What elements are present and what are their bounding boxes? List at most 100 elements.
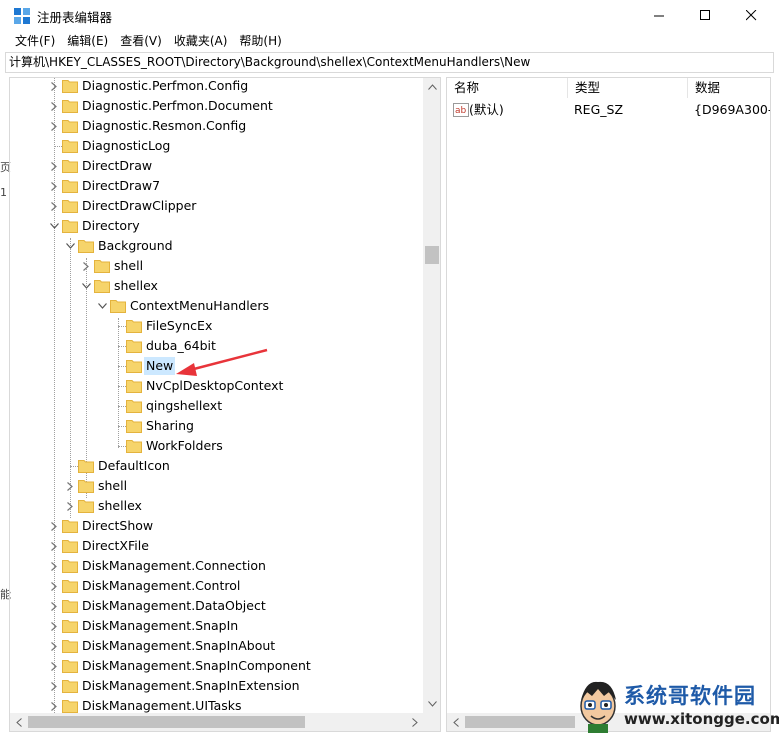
string-value-icon: ab <box>453 103 469 117</box>
values-list[interactable]: 名称 类型 数据 ab (默认) REG_SZ {D969A300-E <box>446 77 771 732</box>
chevron-down-icon[interactable] <box>96 300 108 312</box>
tree-node[interactable]: DefaultIcon <box>10 456 425 476</box>
tree-node-label: DefaultIcon <box>98 458 170 473</box>
tree-node[interactable]: WorkFolders <box>10 436 425 456</box>
menu-favorites[interactable]: 收藏夹(A) <box>168 31 234 51</box>
chevron-down-icon[interactable] <box>48 220 60 232</box>
tree-node[interactable]: DiskManagement.SnapInExtension <box>10 676 425 696</box>
folder-icon <box>62 158 78 173</box>
tree-node[interactable]: shell <box>10 476 425 496</box>
minimize-button[interactable] <box>636 0 682 31</box>
chevron-right-icon[interactable] <box>48 520 60 532</box>
tree-node[interactable]: Directory <box>10 216 425 236</box>
folder-icon <box>126 378 142 393</box>
chevron-right-icon[interactable] <box>48 100 60 112</box>
tree-node[interactable]: shellex <box>10 496 425 516</box>
address-bar[interactable]: 计算机\HKEY_CLASSES_ROOT\Directory\Backgrou… <box>5 52 774 73</box>
menu-edit[interactable]: 编辑(E) <box>61 31 114 51</box>
folder-icon <box>62 578 78 593</box>
chevron-down-icon[interactable] <box>64 240 76 252</box>
menu-help[interactable]: 帮助(H) <box>233 31 287 51</box>
tree-node-label: WorkFolders <box>146 438 223 453</box>
folder-icon <box>62 598 78 613</box>
tree-node[interactable]: FileSyncEx <box>10 316 425 336</box>
tree-node[interactable]: DiskManagement.Connection <box>10 556 425 576</box>
chevron-right-icon[interactable] <box>48 540 60 552</box>
tree-node[interactable]: DiskManagement.SnapInComponent <box>10 656 425 676</box>
column-name[interactable]: 名称 <box>447 78 568 98</box>
chevron-right-icon[interactable] <box>48 80 60 92</box>
chevron-down-icon[interactable] <box>80 280 92 292</box>
maximize-button[interactable] <box>682 0 728 31</box>
scroll-left-icon[interactable] <box>449 715 463 729</box>
registry-key-tree[interactable]: Diagnostic.Perfmon.Config Diagnostic.Perf… <box>9 77 441 732</box>
tree-node[interactable]: Background <box>10 236 425 256</box>
chevron-right-icon[interactable] <box>48 620 60 632</box>
tree-node[interactable]: DirectXFile <box>10 536 425 556</box>
chevron-right-icon[interactable] <box>48 600 60 612</box>
chevron-right-icon[interactable] <box>48 660 60 672</box>
menu-view[interactable]: 查看(V) <box>114 31 168 51</box>
tree-node-label: DiskManagement.Control <box>82 578 241 593</box>
folder-icon <box>126 438 142 453</box>
tree-node[interactable]: qingshellext <box>10 396 425 416</box>
tree-node-label: Sharing <box>146 418 194 433</box>
tree-node[interactable]: DirectDrawClipper <box>10 196 425 216</box>
folder-icon <box>94 258 110 273</box>
chevron-right-icon[interactable] <box>48 640 60 652</box>
tree-node[interactable]: ContextMenuHandlers <box>10 296 425 316</box>
close-button[interactable] <box>728 0 774 31</box>
tree-node[interactable]: NvCplDesktopContext <box>10 376 425 396</box>
chevron-right-icon[interactable] <box>64 480 76 492</box>
chevron-right-icon[interactable] <box>48 160 60 172</box>
menu-file[interactable]: 文件(F) <box>9 31 61 51</box>
chevron-right-icon[interactable] <box>48 120 60 132</box>
tree-node[interactable]: DiskManagement.SnapInAbout <box>10 636 425 656</box>
chevron-right-icon[interactable] <box>48 180 60 192</box>
value-type: REG_SZ <box>574 102 624 117</box>
folder-icon <box>62 118 78 133</box>
chevron-right-icon[interactable] <box>48 200 60 212</box>
list-header: 名称 类型 数据 <box>447 78 770 98</box>
tree-node[interactable]: DiagnosticLog <box>10 136 425 156</box>
minimize-icon <box>653 15 664 17</box>
tree-node[interactable]: DirectDraw <box>10 156 425 176</box>
tree-node[interactable]: shellex <box>10 276 425 296</box>
chevron-right-icon[interactable] <box>48 560 60 572</box>
scroll-thumb[interactable] <box>28 716 305 728</box>
tree-vertical-scrollbar[interactable] <box>423 78 440 713</box>
scroll-left-icon[interactable] <box>12 715 26 729</box>
tree-node[interactable]: DiskManagement.DataObject <box>10 596 425 616</box>
tree-node-label: DiagnosticLog <box>82 138 171 153</box>
scroll-up-icon[interactable] <box>425 80 439 94</box>
tree-node[interactable]: DirectDraw7 <box>10 176 425 196</box>
chevron-right-icon[interactable] <box>48 680 60 692</box>
window-title: 注册表编辑器 <box>37 10 113 25</box>
scroll-thumb[interactable] <box>465 716 575 728</box>
chevron-right-icon[interactable] <box>48 580 60 592</box>
column-data[interactable]: 数据 <box>688 78 770 98</box>
folder-icon <box>62 218 78 233</box>
tree-node-label: DiskManagement.SnapIn <box>82 618 239 633</box>
tree-node[interactable]: Sharing <box>10 416 425 436</box>
scroll-down-icon[interactable] <box>425 697 439 711</box>
list-item[interactable]: ab (默认) REG_SZ {D969A300-E <box>447 100 770 120</box>
tree-horizontal-scrollbar[interactable] <box>10 713 440 731</box>
tree-node[interactable]: DirectShow <box>10 516 425 536</box>
folder-icon <box>78 238 94 253</box>
tree-node[interactable]: DiskManagement.SnapIn <box>10 616 425 636</box>
scroll-right-icon[interactable] <box>408 715 422 729</box>
chevron-right-icon[interactable] <box>48 700 60 712</box>
chevron-right-icon[interactable] <box>64 500 76 512</box>
tree-node[interactable]: Diagnostic.Resmon.Config <box>10 116 425 136</box>
folder-icon <box>62 558 78 573</box>
chevron-right-icon[interactable] <box>80 260 92 272</box>
folder-icon <box>126 338 142 353</box>
tree-node[interactable]: DiskManagement.Control <box>10 576 425 596</box>
column-type[interactable]: 类型 <box>568 78 688 98</box>
tree-node[interactable]: Diagnostic.Perfmon.Config <box>10 78 425 96</box>
tree-node-label: shell <box>98 478 128 493</box>
scroll-thumb[interactable] <box>425 246 439 264</box>
tree-node[interactable]: shell <box>10 256 425 276</box>
tree-node[interactable]: Diagnostic.Perfmon.Document <box>10 96 425 116</box>
